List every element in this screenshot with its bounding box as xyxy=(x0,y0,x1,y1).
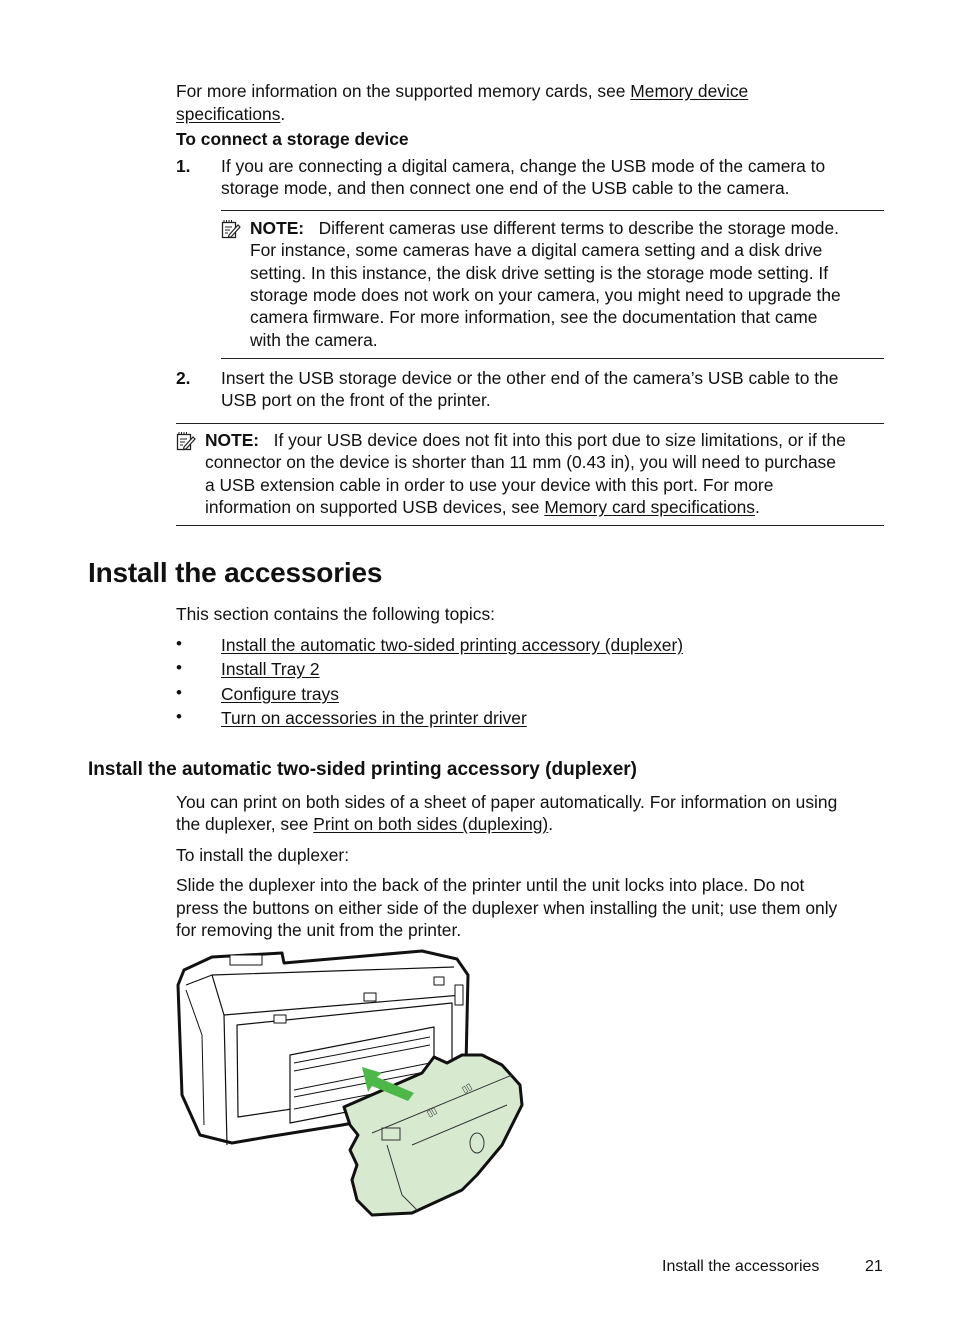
note1-label: NOTE: xyxy=(250,218,305,238)
subsection-title: Install the automatic two-sided printing… xyxy=(88,759,637,780)
intro-paragraph: For more information on the supported me… xyxy=(176,80,748,102)
step-2-line2: USB port on the front of the printer. xyxy=(221,390,491,410)
intro-text: For more information on the supported me… xyxy=(176,81,631,101)
footer-section-name: Install the accessories xyxy=(662,1258,820,1275)
note1-line1: NOTE: Different cameras use different te… xyxy=(250,217,839,239)
note2-text: If your USB device does not fit into thi… xyxy=(273,430,846,450)
topic-link-configure-trays[interactable]: Configure trays xyxy=(221,683,339,705)
note2-line2: connector on the device is shorter than … xyxy=(205,452,836,472)
note1-line5: camera firmware. For more information, s… xyxy=(250,307,818,327)
bullet: • xyxy=(176,707,182,726)
memory-card-specs-link[interactable]: Memory card specifications xyxy=(544,497,755,517)
procedure-heading: To connect a storage device xyxy=(176,129,409,149)
para1-period: . xyxy=(548,814,554,834)
step-1-line1: If you are connecting a digital camera, … xyxy=(221,156,826,176)
section-intro: This section contains the following topi… xyxy=(176,604,495,624)
step-1-line2: storage mode, and then connect one end o… xyxy=(221,178,790,198)
subsection-para1-line2: the duplexer, see Print on both sides (d… xyxy=(176,813,553,835)
duplexing-link[interactable]: Print on both sides (duplexing) xyxy=(313,814,548,834)
subsection-para1-line1: You can print on both sides of a sheet o… xyxy=(176,792,838,812)
note2-line4-text: information on supported USB devices, se… xyxy=(205,497,545,517)
step-2-line1: Insert the USB storage device or the oth… xyxy=(221,368,839,388)
step-1-number: 1. xyxy=(176,156,191,176)
bullet: • xyxy=(176,683,182,702)
note2-line4: information on supported USB devices, se… xyxy=(205,496,760,518)
note1-text: Different cameras use different terms to… xyxy=(318,218,839,238)
subsection-para2: To install the duplexer: xyxy=(176,845,350,865)
topic-link-tray2[interactable]: Install Tray 2 xyxy=(221,658,320,680)
note1-line3: setting. In this instance, the disk driv… xyxy=(250,263,829,283)
note1-line4: storage mode does not work on your camer… xyxy=(250,285,841,305)
memory-device-specs-link[interactable]: Memory device xyxy=(630,81,748,101)
topic-link-printer-driver[interactable]: Turn on accessories in the printer drive… xyxy=(221,707,527,729)
duplexer-install-figure: ▯▯ ▯▯ xyxy=(176,949,524,1217)
bullet: • xyxy=(176,658,182,677)
note-icon xyxy=(176,432,196,451)
note-icon xyxy=(221,220,241,239)
section-title: Install the accessories xyxy=(88,557,383,588)
subsection-para3-line1: Slide the duplexer into the back of the … xyxy=(176,875,805,895)
note1-bottom-rule xyxy=(221,358,884,359)
topic-link-duplexer[interactable]: Install the automatic two-sided printing… xyxy=(221,634,683,656)
note2-line3: a USB extension cable in order to use yo… xyxy=(205,475,774,495)
note1-top-rule xyxy=(221,210,884,211)
note2-bottom-rule xyxy=(176,525,884,526)
step-2-number: 2. xyxy=(176,368,191,388)
note1-line6: with the camera. xyxy=(250,330,378,350)
bullet: • xyxy=(176,634,182,653)
note2-period: . xyxy=(755,497,760,517)
note2-line1: NOTE: If your USB device does not fit in… xyxy=(205,429,846,451)
intro-paragraph-line2: specifications. xyxy=(176,103,285,125)
subsection-para3-line3: for removing the unit from the printer. xyxy=(176,920,462,940)
para1-text: the duplexer, see xyxy=(176,814,314,834)
note2-top-rule xyxy=(176,423,884,424)
page-number: 21 xyxy=(865,1258,883,1275)
intro-period: . xyxy=(280,104,286,124)
memory-device-specs-link-cont[interactable]: specifications xyxy=(176,104,280,124)
note2-label: NOTE: xyxy=(205,430,260,450)
note1-line2: For instance, some cameras have a digita… xyxy=(250,240,823,260)
subsection-para3-line2: press the buttons on either side of the … xyxy=(176,898,838,918)
